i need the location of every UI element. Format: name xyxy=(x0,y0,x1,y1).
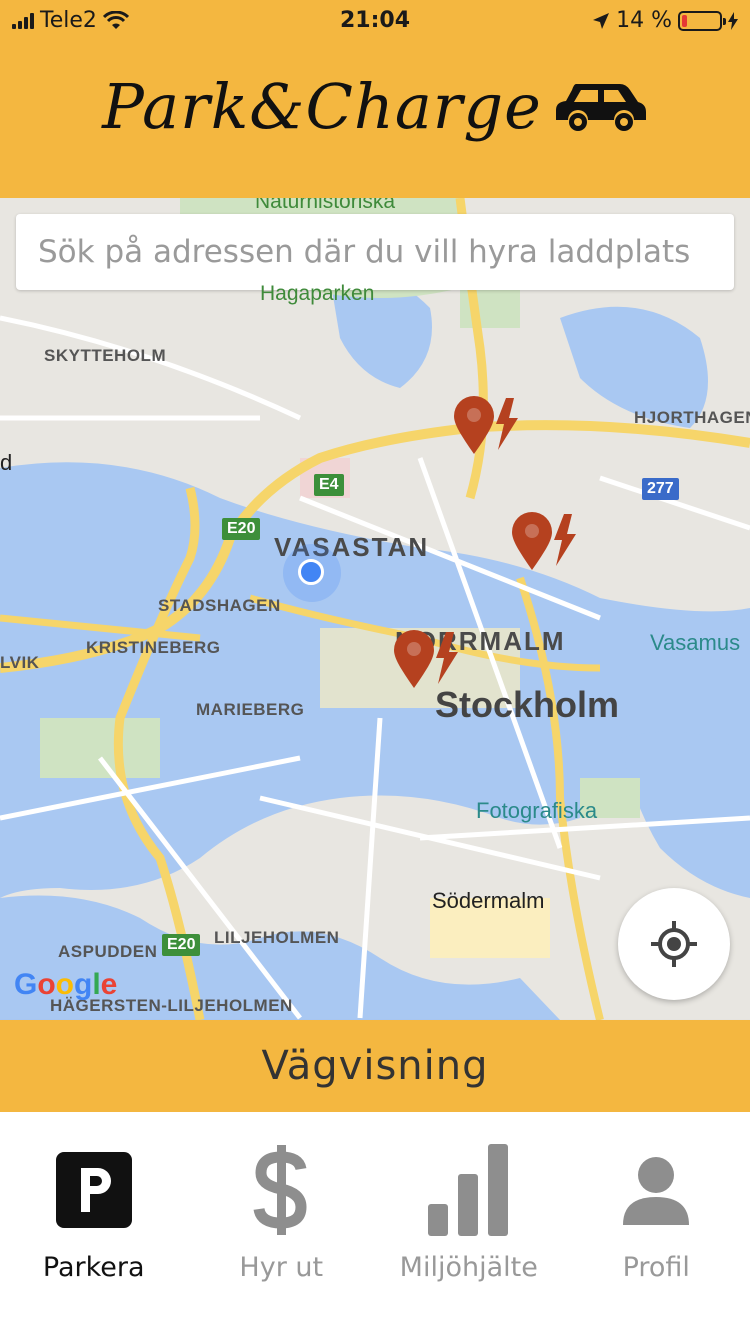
app-header: Park&Charge xyxy=(0,42,750,198)
crosshair-icon xyxy=(651,921,697,967)
brand: Park&Charge xyxy=(0,70,750,143)
tab-label: Parkera xyxy=(42,1252,145,1283)
app-title: Park&Charge xyxy=(102,70,542,143)
tab-label: Hyr ut xyxy=(239,1252,324,1283)
dollar-icon xyxy=(253,1144,307,1235)
charging-station-marker[interactable] xyxy=(392,628,462,692)
tab-hyr-ut[interactable]: Hyr ut xyxy=(188,1112,376,1334)
map-base xyxy=(0,198,750,1020)
map-view[interactable]: Naturhistoriska Hagaparken SKYTTEHOLM HJ… xyxy=(0,198,750,1020)
tab-label: Profil xyxy=(622,1252,690,1283)
map-label-fotografiska: Fotografiska xyxy=(476,798,598,823)
map-label-sodermalm: Södermalm xyxy=(432,888,545,913)
map-label-liljeholmen: LILJEHOLMEN xyxy=(214,928,340,947)
map-label-naturhistoriska: Naturhistoriska xyxy=(255,198,396,213)
map-label-kristineberg: KRISTINEBERG xyxy=(86,638,221,657)
my-location-button[interactable] xyxy=(618,888,730,1000)
battery-icon xyxy=(678,10,726,31)
road-shield-e20: E20 xyxy=(222,518,261,540)
search-input[interactable] xyxy=(36,233,714,271)
map-label-aspudden: ASPUDDEN xyxy=(58,942,158,961)
tab-miljohjalte[interactable]: Miljöhjälte xyxy=(375,1112,563,1334)
map-label-d: d xyxy=(0,450,13,475)
car-icon xyxy=(555,83,646,131)
bar-chart-icon xyxy=(427,1143,508,1236)
map-label-hjorthagen: HJORTHAGEN xyxy=(634,408,750,427)
charging-station-marker[interactable] xyxy=(452,394,522,458)
charging-bolt-icon xyxy=(728,11,738,30)
battery-fill xyxy=(682,14,687,27)
status-bar: Tele2 21:04 14 % xyxy=(0,0,750,42)
battery-percent: 14 % xyxy=(616,8,672,33)
map-label-hagaparken: Hagaparken xyxy=(260,282,375,305)
location-arrow-icon xyxy=(593,12,610,29)
map-label-skytteholm: SKYTTEHOLM xyxy=(44,346,167,365)
search-bar[interactable] xyxy=(16,214,734,290)
tab-bar: Parkera Hyr ut Miljöhjälte Profil xyxy=(0,1112,750,1334)
map-label-vasamus: Vasamus xyxy=(650,630,741,655)
tab-label: Miljöhjälte xyxy=(399,1252,538,1283)
directions-button[interactable]: Vägvisning xyxy=(0,1020,750,1112)
map-label-lvik: LVIK xyxy=(0,653,40,672)
road-shield-277: 277 xyxy=(642,478,679,500)
map-label-stadshagen: STADSHAGEN xyxy=(158,596,281,615)
parking-icon xyxy=(55,1151,132,1228)
road-shield-e20: E20 xyxy=(162,934,201,956)
person-icon xyxy=(623,1156,690,1225)
map-label-stockholm: Stockholm xyxy=(435,684,620,725)
road-shield-e4: E4 xyxy=(314,474,344,496)
tab-profil[interactable]: Profil xyxy=(563,1112,750,1334)
map-label-marieberg: MARIEBERG xyxy=(196,700,305,719)
google-logo: Google xyxy=(14,968,118,1001)
charging-station-marker[interactable] xyxy=(510,510,580,574)
current-location-dot xyxy=(283,544,341,602)
tab-parkera[interactable]: Parkera xyxy=(0,1112,188,1334)
